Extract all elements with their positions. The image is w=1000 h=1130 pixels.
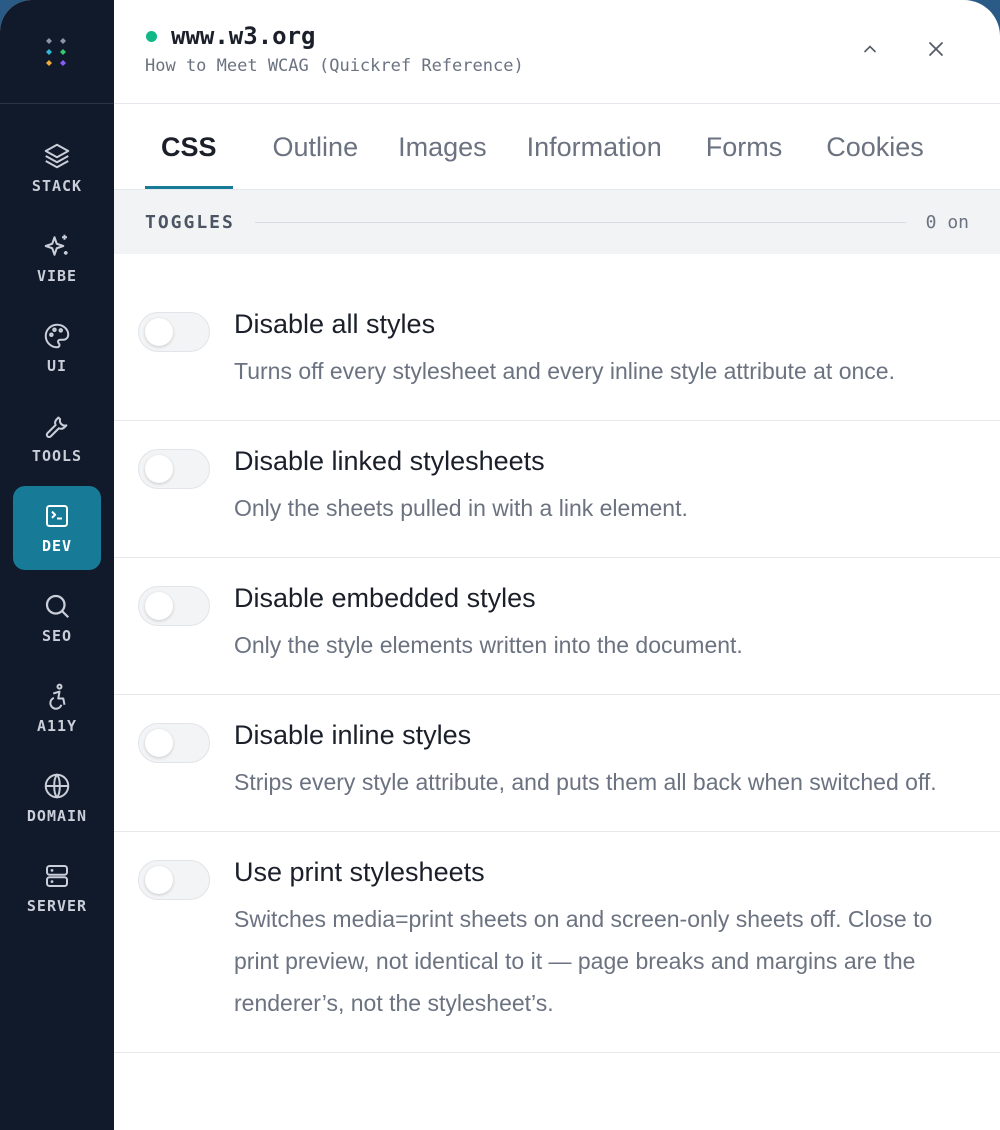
sidebar-item-domain[interactable]: DOMAIN bbox=[13, 756, 101, 840]
tab-bar: CSS Outline Images Information Forms Coo… bbox=[114, 104, 1000, 190]
sidebar-item-dev[interactable]: DEV bbox=[13, 486, 101, 570]
sidebar-item-label: SERVER bbox=[26, 897, 88, 915]
tab-information[interactable]: Information bbox=[511, 105, 678, 189]
app-window: STACK VIBE UI TOOLS DEV SEO A11Y DOMAIN … bbox=[0, 0, 1000, 1130]
terminal-icon bbox=[46, 505, 68, 527]
toggle-title: Disable inline styles bbox=[234, 720, 472, 750]
logo-icon bbox=[46, 37, 66, 66]
toggle-row: Disable linked stylesheets Only the shee… bbox=[114, 421, 1000, 558]
main-panel: www.w3.org How to Meet WCAG (Quickref Re… bbox=[114, 0, 1000, 1130]
toggle-knob bbox=[145, 592, 173, 620]
connection-status-dot bbox=[146, 31, 157, 42]
accessibility-icon bbox=[49, 683, 66, 710]
search-icon bbox=[45, 594, 70, 619]
close-button[interactable] bbox=[919, 32, 953, 66]
toggle-title: Disable embedded styles bbox=[234, 583, 536, 613]
toggle-description: Switches media=print sheets on and scree… bbox=[234, 906, 933, 1016]
toggle-description: Turns off every stylesheet and every inl… bbox=[234, 358, 895, 384]
toggle-description: Only the style elements written into the… bbox=[234, 632, 743, 658]
sidebar-item-ui[interactable]: UI bbox=[13, 306, 101, 390]
tab-outline[interactable]: Outline bbox=[257, 105, 375, 189]
sidebar-nav: STACK VIBE UI TOOLS DEV SEO A11Y DOMAIN … bbox=[0, 104, 114, 936]
toggle-knob bbox=[145, 318, 173, 346]
section-title: TOGGLES bbox=[145, 211, 235, 233]
tab-images[interactable]: Images bbox=[382, 105, 503, 189]
sidebar-item-label: DOMAIN bbox=[26, 807, 88, 825]
disable-inline-styles-toggle[interactable] bbox=[138, 723, 210, 763]
palette-icon bbox=[44, 323, 70, 349]
sidebar-item-label: TOOLS bbox=[31, 447, 83, 465]
toggle-title: Disable linked stylesheets bbox=[234, 446, 545, 476]
disable-linked-stylesheets-toggle[interactable] bbox=[138, 449, 210, 489]
disable-embedded-styles-toggle[interactable] bbox=[138, 586, 210, 626]
sidebar-item-stack[interactable]: STACK bbox=[13, 126, 101, 210]
sidebar-item-label: STACK bbox=[31, 177, 83, 195]
toggle-title: Use print stylesheets bbox=[234, 857, 485, 887]
sparkles-icon bbox=[44, 234, 68, 256]
sidebar-item-server[interactable]: SERVER bbox=[13, 846, 101, 930]
sidebar-item-label: VIBE bbox=[36, 267, 78, 285]
toggle-knob bbox=[145, 866, 173, 894]
divider bbox=[254, 221, 906, 223]
use-print-stylesheets-toggle[interactable] bbox=[138, 860, 210, 900]
sidebar-item-label: A11Y bbox=[36, 717, 78, 735]
toggle-row: Disable embedded styles Only the style e… bbox=[114, 558, 1000, 695]
toggles-section-header: TOGGLES 0 on bbox=[114, 190, 1000, 254]
toggle-knob bbox=[145, 455, 173, 483]
sidebar-item-a11y[interactable]: A11Y bbox=[13, 666, 101, 750]
globe-icon bbox=[44, 773, 70, 799]
toggles-on-count: 0 on bbox=[925, 211, 969, 233]
panel-header: www.w3.org How to Meet WCAG (Quickref Re… bbox=[114, 0, 1000, 104]
sidebar-item-label: DEV bbox=[41, 537, 73, 555]
sidebar-item-label: UI bbox=[46, 357, 68, 375]
sidebar: STACK VIBE UI TOOLS DEV SEO A11Y DOMAIN … bbox=[0, 0, 114, 1130]
toggle-row: Disable inline styles Strips every style… bbox=[114, 695, 1000, 832]
close-icon bbox=[929, 42, 943, 56]
tab-forms[interactable]: Forms bbox=[690, 105, 799, 189]
toggle-title: Disable all styles bbox=[234, 309, 436, 339]
collapse-button[interactable] bbox=[853, 32, 887, 66]
toggle-list: Disable all styles Turns off every style… bbox=[114, 254, 1000, 1053]
sidebar-item-seo[interactable]: SEO bbox=[13, 576, 101, 660]
wrench-icon bbox=[45, 416, 68, 438]
toggle-row: Disable all styles Turns off every style… bbox=[114, 284, 1000, 421]
tab-cookies[interactable]: Cookies bbox=[810, 105, 940, 189]
layers-icon bbox=[44, 143, 70, 169]
tab-css[interactable]: CSS bbox=[145, 105, 233, 189]
toggle-row: Use print stylesheets Switches media=pri… bbox=[114, 832, 1000, 1053]
toggle-description: Strips every style attribute, and puts t… bbox=[234, 769, 937, 795]
toggle-description: Only the sheets pulled in with a link el… bbox=[234, 495, 688, 521]
chevron-up-icon bbox=[864, 45, 876, 53]
site-domain: www.w3.org bbox=[171, 22, 316, 50]
sidebar-item-label: SEO bbox=[41, 627, 73, 645]
app-logo bbox=[0, 0, 114, 104]
toggle-knob bbox=[145, 729, 173, 757]
server-icon bbox=[46, 865, 68, 887]
sidebar-item-tools[interactable]: TOOLS bbox=[13, 396, 101, 480]
page-title: How to Meet WCAG (Quickref Reference) bbox=[145, 56, 524, 76]
disable-all-styles-toggle[interactable] bbox=[138, 312, 210, 352]
sidebar-item-vibe[interactable]: VIBE bbox=[13, 216, 101, 300]
